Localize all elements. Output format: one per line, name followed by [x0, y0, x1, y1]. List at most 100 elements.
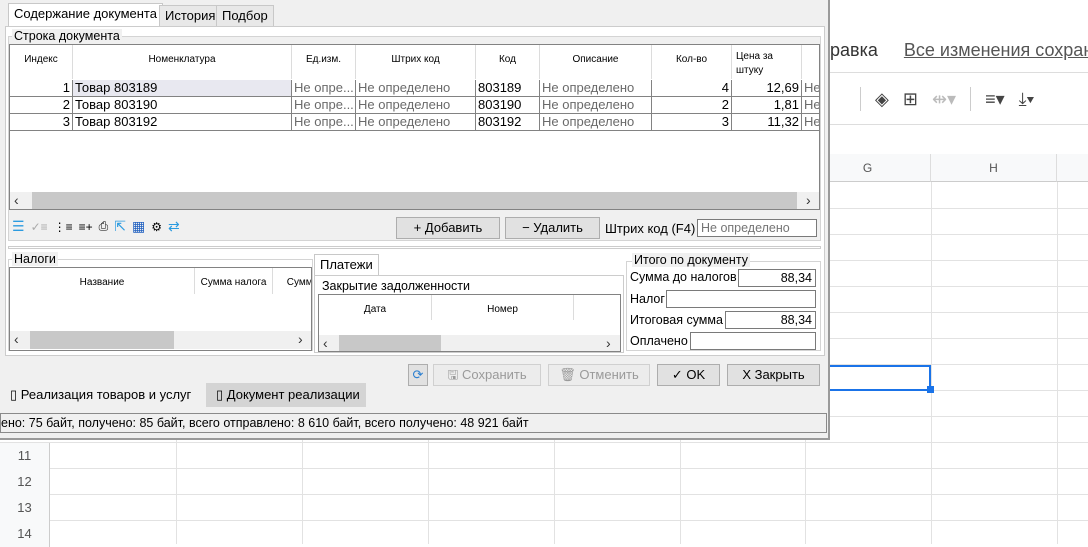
scroll-right-icon[interactable]: ›: [298, 331, 303, 347]
cell-nomenclature[interactable]: Товар 803189: [73, 80, 292, 97]
tab-payments[interactable]: Платежи: [314, 254, 379, 276]
scroll-right-icon[interactable]: ›: [806, 192, 811, 208]
settings-icon[interactable]: ⚙: [151, 220, 162, 234]
scroll-left-icon[interactable]: ‹: [14, 192, 19, 208]
cancel-label: Отменить: [579, 367, 639, 382]
horizontal-scrollbar[interactable]: ‹ ›: [10, 331, 311, 349]
close-button[interactable]: X Закрыть: [727, 364, 820, 386]
cell-quantity[interactable]: 4: [652, 80, 732, 97]
cell-barcode[interactable]: Не определено: [356, 97, 476, 114]
window-tab-sales-doc[interactable]: ▯ Документ реализации: [206, 383, 366, 407]
row-header-14[interactable]: 14: [0, 521, 50, 547]
print-icon[interactable]: ⎙: [99, 219, 109, 234]
cell-nomenclature[interactable]: Товар 803192: [73, 114, 292, 131]
cell-barcode[interactable]: Не определено: [356, 80, 476, 97]
row-header-13[interactable]: 13: [0, 495, 50, 521]
col-index[interactable]: Индекс: [10, 45, 73, 79]
col-date[interactable]: Дата: [319, 295, 432, 320]
refresh-icon[interactable]: ⇄: [168, 218, 180, 235]
menu-edit[interactable]: равка: [830, 40, 878, 60]
total-field[interactable]: 88,34: [725, 311, 816, 329]
borders-icon[interactable]: ⊞: [903, 89, 918, 110]
saved-status-link[interactable]: Все изменения сохране: [904, 40, 1088, 60]
col-barcode[interactable]: Штрих код: [356, 45, 476, 79]
col-number[interactable]: Номер: [432, 295, 574, 320]
cell-price[interactable]: 11,32: [732, 114, 802, 131]
tab-selection[interactable]: Подбор: [216, 5, 274, 26]
col-nomenclature[interactable]: Номенклатура: [73, 45, 292, 79]
scroll-right-icon[interactable]: ›: [606, 335, 611, 351]
col-amount[interactable]: Сумма: [273, 268, 311, 294]
filter-icon[interactable]: ☰: [12, 218, 25, 235]
cell-price[interactable]: 12,69: [732, 80, 802, 97]
grid-icon[interactable]: ▦: [132, 218, 145, 235]
ok-button[interactable]: ✓ OK: [657, 364, 720, 386]
window-tab-sales[interactable]: ▯ Реализация товаров и услуг: [0, 383, 204, 407]
col-unit[interactable]: Ед.изм.: [292, 45, 356, 79]
export-icon[interactable]: ⇱: [114, 218, 126, 235]
checklist-icon[interactable]: ✓≡: [31, 220, 48, 234]
add-button[interactable]: + Добавить: [396, 217, 500, 239]
document-icon: ▯: [216, 387, 227, 402]
col-tax-amount[interactable]: Сумма налога: [195, 268, 273, 294]
cell-code[interactable]: 803190: [476, 97, 540, 114]
scrollbar-thumb[interactable]: [30, 331, 174, 349]
refresh-button[interactable]: ⟳: [408, 364, 428, 386]
tab-content[interactable]: Содержание документа: [8, 3, 163, 27]
col-quantity[interactable]: Кол-во: [652, 45, 732, 79]
tab-history[interactable]: История: [159, 5, 222, 26]
align-icon[interactable]: ≡▾: [985, 89, 1005, 110]
paid-field[interactable]: [690, 332, 816, 350]
tax-label: Налог: [630, 292, 665, 306]
cell-description[interactable]: Не определено: [540, 97, 652, 114]
cell-extra[interactable]: Не: [802, 80, 819, 97]
numbered-list-icon[interactable]: ⋮≡: [54, 220, 73, 234]
scroll-left-icon[interactable]: ‹: [323, 335, 328, 351]
cell-description[interactable]: Не определено: [540, 114, 652, 131]
row-header-11[interactable]: 11: [0, 443, 50, 469]
cell-unit[interactable]: Не опре...: [292, 97, 356, 114]
cell-unit[interactable]: Не опре...: [292, 114, 356, 131]
cell-quantity[interactable]: 3: [652, 114, 732, 131]
splitter[interactable]: [8, 246, 821, 249]
col-unit-price[interactable]: Цена за штуку: [732, 45, 802, 79]
scroll-left-icon[interactable]: ‹: [14, 331, 19, 347]
save-button[interactable]: 🖫 Сохранить: [433, 364, 541, 386]
horizontal-scrollbar[interactable]: ‹ ›: [319, 335, 620, 351]
cell-nomenclature[interactable]: Товар 803190: [73, 97, 292, 114]
cell-code[interactable]: 803192: [476, 114, 540, 131]
tax-field[interactable]: [666, 290, 816, 308]
merge-cells-icon[interactable]: ⇹▾: [932, 89, 956, 110]
col-code[interactable]: Код: [476, 45, 540, 79]
scrollbar-thumb[interactable]: [32, 192, 797, 209]
horizontal-scrollbar[interactable]: ‹ ›: [10, 192, 819, 209]
scrollbar-thumb[interactable]: [339, 335, 441, 351]
cell-price[interactable]: 1,81: [732, 97, 802, 114]
cell-extra[interactable]: Не: [802, 114, 819, 131]
cell-code[interactable]: 803189: [476, 80, 540, 97]
cell-description[interactable]: Не определено: [540, 80, 652, 97]
column-header-h[interactable]: H: [931, 154, 1057, 182]
col-description[interactable]: Описание: [540, 45, 652, 79]
col-tax-name[interactable]: Название: [10, 268, 195, 294]
vertical-align-icon[interactable]: ⤓▾: [1019, 89, 1035, 110]
cancel-button[interactable]: 🗑 Отменить: [548, 364, 650, 386]
add-row-icon[interactable]: ≡+: [79, 220, 93, 234]
cell-extra[interactable]: Не: [802, 97, 819, 114]
grid-line: [0, 442, 1088, 443]
cell-index[interactable]: 2: [10, 97, 73, 114]
fill-handle[interactable]: [927, 386, 934, 393]
cell-unit[interactable]: Не опре...: [292, 80, 356, 97]
cell-barcode[interactable]: Не определено: [356, 114, 476, 131]
grid-toolbar: ☰ ✓≡ ⋮≡ ≡+ ⎙ ⇱ ▦ ⚙ ⇄: [12, 218, 180, 235]
fill-color-icon[interactable]: ◈: [875, 89, 889, 110]
document-dialog: Содержание документа История Подбор Стро…: [0, 0, 830, 440]
delete-button[interactable]: − Удалить: [505, 217, 600, 239]
barcode-input[interactable]: [697, 219, 817, 237]
cell-index[interactable]: 3: [10, 114, 73, 131]
column-header[interactable]: [1057, 154, 1088, 182]
cell-index[interactable]: 1: [10, 80, 73, 97]
cell-quantity[interactable]: 2: [652, 97, 732, 114]
before-tax-field[interactable]: 88,34: [738, 269, 816, 287]
row-header-12[interactable]: 12: [0, 469, 50, 495]
